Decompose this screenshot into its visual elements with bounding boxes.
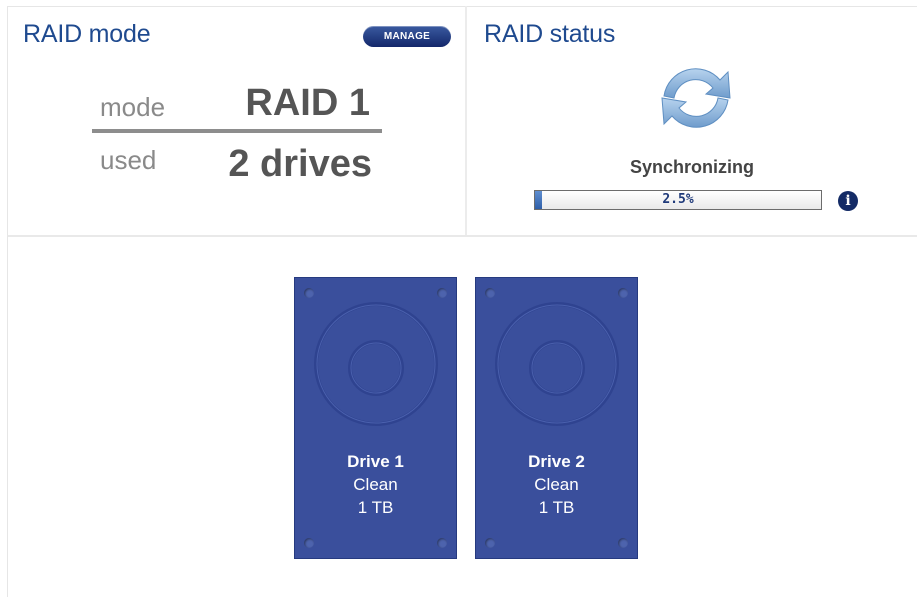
drive-card-2[interactable]: Drive 2 Clean 1 TB: [475, 277, 638, 559]
screw-icon: [485, 538, 495, 548]
drive-info: Drive 2 Clean 1 TB: [476, 450, 637, 519]
drive-size: 1 TB: [357, 498, 394, 517]
drive-name: Drive 1: [347, 452, 404, 471]
drive-size: 1 TB: [538, 498, 575, 517]
mode-value: RAID 1: [245, 82, 370, 124]
drive-card-1[interactable]: Drive 1 Clean 1 TB: [294, 277, 457, 559]
sync-progress-text: 2.5%: [662, 192, 694, 207]
raid-mode-title: RAID mode: [23, 20, 151, 48]
mode-label: mode: [100, 92, 166, 122]
panel-divider: [465, 6, 467, 235]
info-icon[interactable]: i: [838, 191, 858, 211]
drive-info: Drive 1 Clean 1 TB: [295, 450, 456, 519]
sync-arrows-icon: [661, 68, 731, 128]
screw-icon: [437, 538, 447, 548]
screw-icon: [437, 288, 447, 298]
drive-state: Clean: [353, 475, 398, 494]
screw-icon: [304, 288, 314, 298]
sync-status-text: Synchronizing: [629, 157, 754, 177]
sync-progress-bar: 2.5%: [534, 190, 822, 210]
manage-button[interactable]: MANAGE: [363, 26, 451, 47]
drives-panel: [7, 236, 917, 597]
screw-icon: [304, 538, 314, 548]
raid-status-title: RAID status: [484, 20, 616, 48]
raid-dashboard: RAID mode MANAGE mode RAID 1 used 2 driv…: [0, 0, 917, 597]
mode-divider: [92, 129, 382, 133]
drive-name: Drive 2: [528, 452, 585, 471]
used-label: used: [100, 145, 157, 175]
drive-state: Clean: [534, 475, 579, 494]
used-value: 2 drives: [228, 143, 372, 185]
screw-icon: [618, 288, 628, 298]
screw-icon: [485, 288, 495, 298]
screw-icon: [618, 538, 628, 548]
